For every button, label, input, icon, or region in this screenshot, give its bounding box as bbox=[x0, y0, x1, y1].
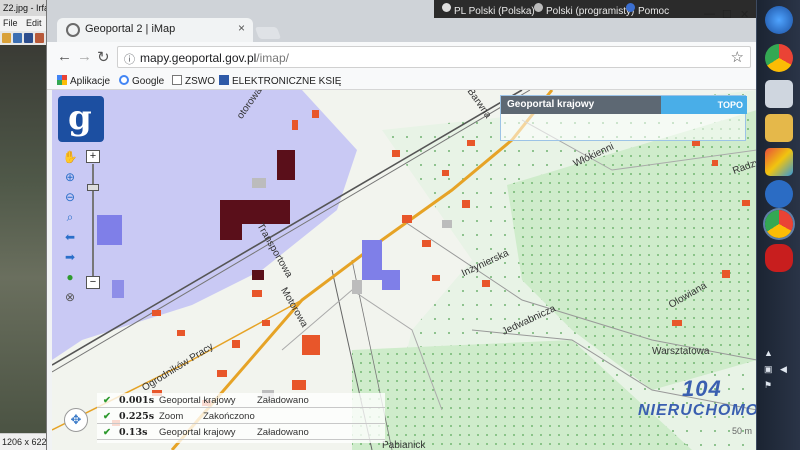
tools-icon[interactable] bbox=[35, 33, 44, 43]
navigation-compass-icon[interactable]: ✥ bbox=[64, 408, 88, 432]
check-icon: ✔ bbox=[103, 427, 111, 438]
volume-icon[interactable]: ◀ bbox=[780, 364, 787, 375]
maximize-button[interactable]: ☐ bbox=[722, 8, 732, 21]
close-window-button[interactable]: ✕ bbox=[740, 8, 749, 21]
full-extent-icon[interactable]: ⊗ bbox=[60, 288, 80, 306]
apps-grid-icon bbox=[57, 75, 67, 85]
bookmarks-bar: Aplikacje Google ZSWO ELEKTRONICZNE KSIĘ bbox=[47, 72, 757, 90]
chrome-icon[interactable] bbox=[765, 44, 793, 72]
watermark-text: NIERUCHOMOŚCI bbox=[638, 402, 757, 419]
load-log-row: ✔ 0.001s Geoportal krajowy Załadowano bbox=[97, 393, 385, 408]
help-button[interactable]: Pomoc bbox=[626, 3, 669, 17]
info-icon[interactable]: ● bbox=[60, 268, 80, 286]
file-explorer-icon[interactable] bbox=[765, 114, 793, 142]
paint-icon[interactable] bbox=[765, 148, 793, 176]
menu-edit[interactable]: Edit bbox=[26, 18, 42, 28]
zoom-out-button[interactable]: − bbox=[86, 276, 100, 289]
bookmark-apps[interactable]: Aplikacje bbox=[57, 75, 110, 87]
thunderbird-icon[interactable] bbox=[765, 180, 793, 208]
forward-arrow-icon[interactable]: → bbox=[77, 48, 92, 65]
irfanview-menubar: File Edit bbox=[0, 16, 52, 31]
chrome-active-icon[interactable] bbox=[765, 210, 793, 238]
chrome-window: Geoportal 2 | iMap × ← → ↻ ⓘ mapy.geopor… bbox=[46, 0, 757, 450]
keyboard-layout-icon bbox=[534, 3, 543, 12]
back-arrow-icon[interactable]: ← bbox=[57, 48, 72, 65]
bookmark-elektroniczne[interactable]: ELEKTRONICZNE KSIĘ bbox=[219, 75, 341, 87]
zoom-in-tool-icon[interactable]: ⊕ bbox=[60, 168, 80, 186]
system-tray: ▲ ▣ ◀ ⚑ bbox=[760, 348, 800, 448]
new-tab-button[interactable] bbox=[254, 27, 282, 39]
network-icon[interactable]: ▣ bbox=[764, 364, 773, 375]
page-icon bbox=[172, 75, 182, 85]
keyboard-icon bbox=[442, 3, 451, 12]
zoom-knob[interactable] bbox=[87, 184, 99, 191]
ek-site-icon bbox=[219, 75, 229, 85]
url-path: /imap/ bbox=[256, 51, 289, 65]
street-label-warsztatowa: Warsztatowa bbox=[652, 346, 710, 357]
bookmark-google[interactable]: Google bbox=[119, 75, 164, 87]
url-host: mapy.geoportal.gov.pl bbox=[140, 51, 257, 65]
irfanview-window: Z2.jpg - IrfanView File Edit 1206 x 622 bbox=[0, 0, 52, 450]
bookmark-zswo[interactable]: ZSWO bbox=[172, 75, 215, 87]
street-label-pabianicka: Pabianick bbox=[382, 440, 426, 450]
zoom-in-button[interactable]: + bbox=[86, 150, 100, 163]
tab-title: Geoportal 2 | iMap bbox=[85, 23, 176, 35]
check-icon: ✔ bbox=[103, 411, 111, 422]
calculator-icon[interactable] bbox=[765, 80, 793, 108]
language-polish-programmer[interactable]: Polski (programisty) bbox=[534, 3, 634, 17]
irfanview-image bbox=[0, 45, 52, 433]
load-log-row: ✔ 0.225s Zoom Zakończono bbox=[97, 409, 385, 424]
geoportal-g-icon: g bbox=[68, 98, 92, 138]
zoom-rail bbox=[92, 164, 94, 276]
geoportal-logo[interactable]: g bbox=[58, 96, 104, 142]
start-button-icon[interactable] bbox=[765, 6, 793, 34]
reload-icon[interactable]: ↻ bbox=[97, 48, 110, 66]
menu-file[interactable]: File bbox=[3, 18, 18, 28]
minimize-button[interactable]: — bbox=[704, 8, 715, 20]
check-icon: ✔ bbox=[103, 395, 111, 406]
zoom-box-icon[interactable]: ⌕ bbox=[60, 208, 80, 226]
tray-expand-icon[interactable]: ▲ bbox=[764, 348, 773, 358]
watermark-number: 104 bbox=[682, 376, 722, 401]
scale-bar: 50 m bbox=[731, 426, 752, 436]
address-bar-row: ← → ↻ ⓘ mapy.geoportal.gov.pl/imap/ ☆ bbox=[47, 42, 757, 72]
open-folder-icon[interactable] bbox=[2, 33, 11, 43]
next-extent-icon[interactable]: ➡ bbox=[60, 248, 80, 266]
language-polish[interactable]: PL Polski (Polska) bbox=[442, 3, 535, 17]
geoportal-favicon-icon bbox=[66, 23, 80, 37]
browser-tab[interactable]: Geoportal 2 | iMap × bbox=[57, 18, 253, 42]
map-tools: ✋ ⊕ ⊖ ⌕ ⬅ ➡ ● ⊗ bbox=[60, 148, 82, 310]
zoom-out-tool-icon[interactable]: ⊖ bbox=[60, 188, 80, 206]
irfanview-title: Z2.jpg - IrfanView bbox=[0, 0, 52, 16]
flag-icon[interactable]: ⚑ bbox=[764, 380, 772, 391]
page-info-icon[interactable]: ⓘ bbox=[124, 51, 135, 67]
irfanview-icon[interactable] bbox=[765, 244, 793, 272]
load-log-row: ✔ 0.13s Geoportal krajowy Załadowano bbox=[97, 425, 385, 440]
layer-panel[interactable]: Geoportal krajowy TOPO bbox=[500, 95, 747, 141]
layer-mode-topo[interactable]: TOPO bbox=[661, 96, 747, 114]
google-icon bbox=[119, 75, 129, 85]
thumbnails-icon[interactable] bbox=[13, 33, 22, 43]
load-log: ✔ 0.001s Geoportal krajowy Załadowano ✔ … bbox=[97, 393, 385, 443]
bookmark-star-icon[interactable]: ☆ bbox=[731, 48, 744, 66]
pan-hand-icon[interactable]: ✋ bbox=[60, 148, 80, 166]
layer-name: Geoportal krajowy bbox=[501, 96, 661, 114]
save-icon[interactable] bbox=[24, 33, 33, 43]
question-icon bbox=[626, 3, 635, 12]
zoom-slider[interactable]: + − bbox=[86, 150, 100, 292]
close-tab-icon[interactable]: × bbox=[238, 21, 245, 35]
irfanview-status: 1206 x 622 bbox=[0, 433, 52, 450]
window-controls: — ☐ ✕ bbox=[700, 8, 756, 22]
irfanview-toolbar bbox=[0, 31, 52, 45]
map-viewport[interactable]: Barwna Włókienni Radzym Transportowa Mot… bbox=[52, 90, 757, 450]
url-input[interactable]: ⓘ mapy.geoportal.gov.pl/imap/ ☆ bbox=[117, 46, 751, 68]
previous-extent-icon[interactable]: ⬅ bbox=[60, 228, 80, 246]
